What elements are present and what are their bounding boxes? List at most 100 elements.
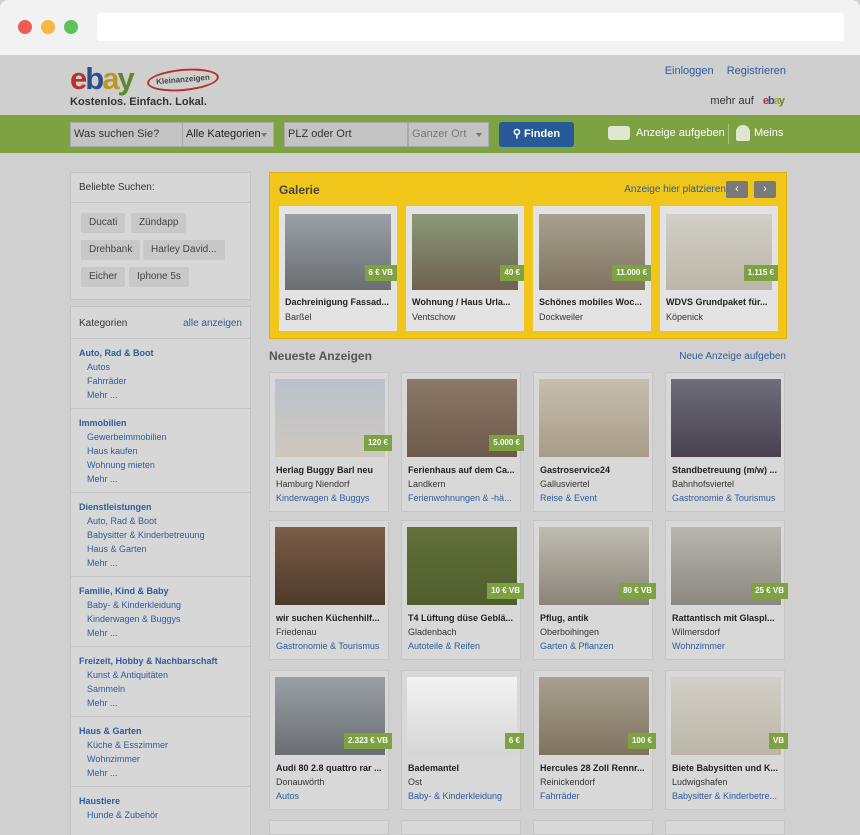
gallery-prev-button[interactable]: ‹ (726, 181, 748, 198)
register-link[interactable]: Registrieren (727, 65, 786, 77)
gallery-next-button[interactable]: › (754, 181, 776, 198)
popular-search-chip[interactable]: Iphone 5s (129, 267, 189, 287)
ebay-logo[interactable]: ebay (70, 61, 135, 97)
item-category-link[interactable]: Reise & Event (540, 493, 652, 503)
item-category-link[interactable]: Gastronomie & Tourismus (672, 493, 784, 503)
location-input[interactable]: PLZ oder Ort (284, 122, 408, 147)
subcategory-link[interactable]: Kinderwagen & Buggys (79, 612, 242, 626)
maximize-window-button[interactable] (64, 20, 78, 34)
listing-card[interactable]: 25 € VB Rattantisch mit Glaspl... Wilmer… (665, 520, 788, 660)
subcategory-link[interactable]: Wohnung mieten (79, 458, 242, 472)
gallery-item[interactable]: 11.000 € Schönes mobiles Woc... Dockweil… (533, 206, 651, 331)
item-location: Reinickendorf (540, 777, 596, 787)
subcategory-link[interactable]: Haus kaufen (79, 444, 242, 458)
divider (728, 124, 729, 144)
find-button-label: Finden (524, 128, 561, 140)
find-button[interactable]: ⚲ Finden (499, 122, 574, 147)
subcategory-link[interactable]: Gewerbeimmobilien (79, 430, 242, 444)
listing-card[interactable]: 80 € VB Pflug, antik Oberboihingen Garte… (533, 520, 656, 660)
category-group: Haus & Garten Küche & Esszimmer Wohnzimm… (71, 717, 250, 787)
popular-search-chip[interactable]: Eicher (81, 267, 126, 287)
listing-card[interactable]: 100 € Hercules 28 Zoll Rennr... Reinicke… (533, 670, 656, 810)
category-link[interactable]: Familie, Kind & Baby (79, 586, 242, 596)
more-on-ebay[interactable]: mehr auf ebay (710, 95, 785, 107)
subcategory-link[interactable]: Haus & Garten (79, 542, 242, 556)
subcategory-link[interactable]: Autos (79, 360, 242, 374)
item-category-link[interactable]: Autos (276, 791, 388, 801)
item-category-link[interactable]: Gastronomie & Tourismus (276, 641, 388, 651)
item-title: T4 Lüftung düse Geblä... (408, 613, 514, 623)
listing-card[interactable]: 2.323 € VB Audi 80 2.8 quattro rar ... D… (269, 670, 392, 810)
category-link[interactable]: Auto, Rad & Boot (79, 348, 242, 358)
more-link[interactable]: Mehr ... (79, 626, 242, 640)
listing-card[interactable] (533, 820, 653, 835)
more-link[interactable]: Mehr ... (79, 388, 242, 402)
radius-select[interactable]: Ganzer Ort (408, 122, 489, 147)
subcategory-link[interactable]: Hunde & Zubehör (79, 808, 242, 822)
listing-card[interactable]: 10 € VB T4 Lüftung düse Geblä... Gladenb… (401, 520, 524, 660)
browser-window-chrome (0, 0, 860, 55)
subcategory-link[interactable]: Auto, Rad & Boot (79, 514, 242, 528)
my-account-button[interactable]: Meins (736, 125, 783, 141)
category-link[interactable]: Haus & Garten (79, 726, 242, 736)
post-ad-button[interactable]: Anzeige aufgeben (608, 126, 725, 140)
item-category-link[interactable]: Fahrräder (540, 791, 652, 801)
category-link[interactable]: Haustiere (79, 796, 242, 806)
item-category-link[interactable]: Garten & Pflanzen (540, 641, 652, 651)
item-category-link[interactable]: Wohnzimmer (672, 641, 784, 651)
listing-card[interactable]: VB Biete Babysitten und K... Ludwigshafe… (665, 670, 788, 810)
subcategory-link[interactable]: Baby- & Kinderkleidung (79, 598, 242, 612)
gallery-item[interactable]: 1.115 € WDVS Grundpaket für... Köpenick (660, 206, 778, 331)
address-bar[interactable] (97, 13, 844, 41)
category-group: Haustiere Hunde & Zubehör (71, 787, 250, 828)
price-badge: 2.323 € VB (343, 733, 392, 749)
minimize-window-button[interactable] (41, 20, 55, 34)
popular-searches-panel: Beliebte Suchen: Ducati Zündapp Drehbank… (70, 172, 251, 300)
new-ad-link[interactable]: Neue Anzeige aufgeben (679, 351, 786, 362)
listing-card[interactable]: 120 € Herlag Buggy Barl neu Hamburg Nien… (269, 372, 392, 512)
category-select[interactable]: Alle Kategorien (182, 122, 274, 147)
category-link[interactable]: Dienstleistungen (79, 502, 242, 512)
subcategory-link[interactable]: Kunst & Antiquitäten (79, 668, 242, 682)
subcategory-link[interactable]: Sammeln (79, 682, 242, 696)
popular-search-chip[interactable]: Zündapp (131, 213, 187, 233)
item-category-link[interactable]: Kinderwagen & Buggys (276, 493, 388, 503)
subcategory-link[interactable]: Küche & Esszimmer (79, 738, 242, 752)
listing-card[interactable]: Gastroservice24 Gallusviertel Reise & Ev… (533, 372, 653, 512)
popular-search-chip[interactable]: Ducati (81, 213, 126, 233)
gallery-panel: Galerie Anzeige hier platzieren ‹ › 6 € … (269, 172, 787, 339)
listing-card[interactable] (665, 820, 785, 835)
listing-card[interactable]: 6 € Bademantel Ost Baby- & Kinderkleidun… (401, 670, 524, 810)
item-category-link[interactable]: Autoteile & Reifen (408, 641, 520, 651)
item-category-link[interactable]: Ferienwohnungen & -hä... (408, 493, 520, 503)
item-category-link[interactable]: Babysitter & Kinderbetre... (672, 791, 784, 801)
login-link[interactable]: Einloggen (665, 65, 714, 77)
subcategory-link[interactable]: Fahrräder (79, 374, 242, 388)
price-badge: 11.000 € (612, 265, 651, 281)
place-ad-link[interactable]: Anzeige hier platzieren (624, 184, 726, 195)
more-link[interactable]: Mehr ... (79, 766, 242, 780)
category-link[interactable]: Immobilien (79, 418, 242, 428)
item-location: Gallusviertel (540, 479, 590, 489)
search-input[interactable]: Was suchen Sie? (70, 122, 183, 147)
listing-card[interactable]: 5.000 € Ferienhaus auf dem Ca... Landker… (401, 372, 524, 512)
show-all-categories-link[interactable]: alle anzeigen (183, 318, 242, 329)
listing-card[interactable] (269, 820, 389, 835)
listing-card[interactable] (401, 820, 521, 835)
gallery-item[interactable]: 40 € Wohnung / Haus Urla... Ventschow (406, 206, 524, 331)
category-link[interactable]: Freizeit, Hobby & Nachbarschaft (79, 656, 242, 666)
gallery-item[interactable]: 6 € VB Dachreinigung Fassad... Barßel (279, 206, 397, 331)
item-title: Gastroservice24 (540, 465, 611, 475)
subcategory-link[interactable]: Wohnzimmer (79, 752, 242, 766)
item-location: Barßel (285, 312, 312, 322)
item-category-link[interactable]: Baby- & Kinderkleidung (408, 791, 520, 801)
close-window-button[interactable] (18, 20, 32, 34)
popular-search-chip[interactable]: Harley David... (143, 240, 225, 260)
listing-card[interactable]: wir suchen Küchenhilf... Friedenau Gastr… (269, 520, 389, 660)
listing-card[interactable]: Standbetreuung (m/w) ... Bahnhofsviertel… (665, 372, 785, 512)
more-link[interactable]: Mehr ... (79, 696, 242, 710)
more-link[interactable]: Mehr ... (79, 472, 242, 486)
subcategory-link[interactable]: Babysitter & Kinderbetreuung (79, 528, 242, 542)
popular-search-chip[interactable]: Drehbank (81, 240, 141, 260)
more-link[interactable]: Mehr ... (79, 556, 242, 570)
